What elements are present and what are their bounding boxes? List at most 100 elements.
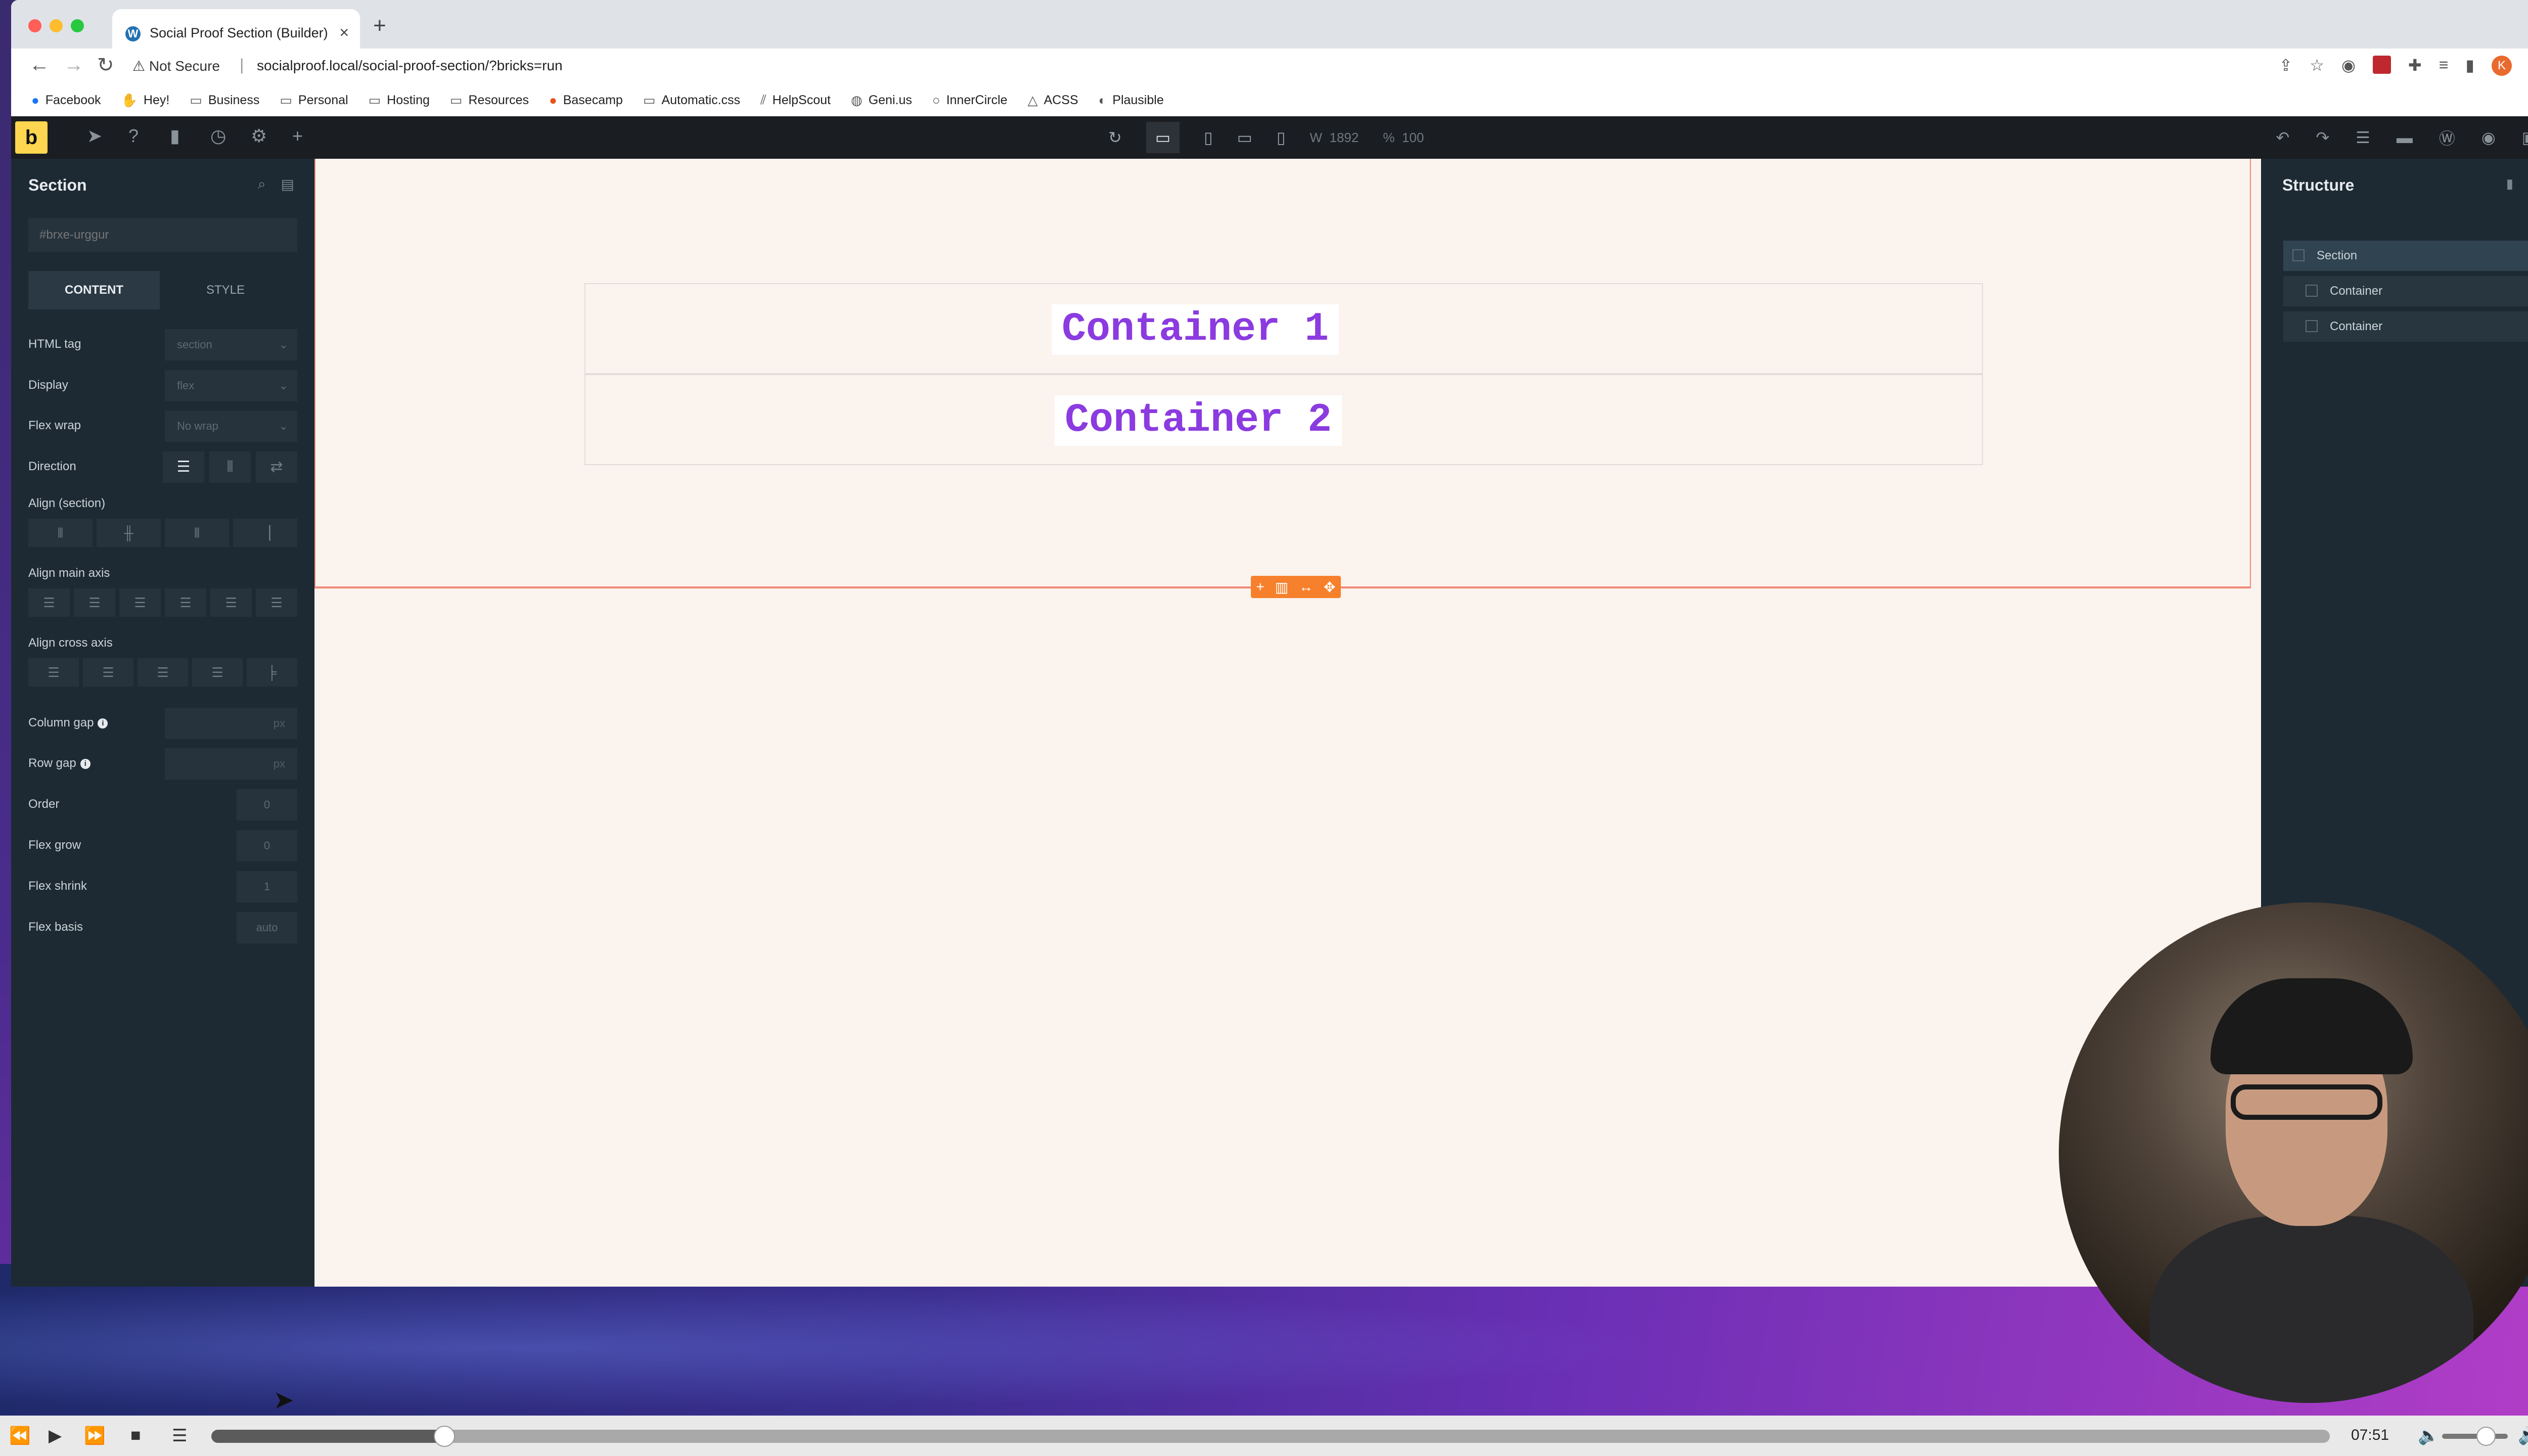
- close-window-button[interactable]: [28, 19, 41, 32]
- stop-icon[interactable]: ■: [130, 1426, 141, 1445]
- bookmark-hey[interactable]: ✋ Hey!: [121, 93, 170, 108]
- container-2-heading[interactable]: Container 2: [1055, 395, 1342, 446]
- tab-style[interactable]: STYLE: [160, 271, 291, 309]
- container-element-2[interactable]: Container 2: [584, 374, 1983, 465]
- bookmark-hosting[interactable]: ▭ Hosting: [369, 93, 430, 108]
- bookmark-facebook[interactable]: ● Facebook: [31, 93, 101, 108]
- section-element[interactable]: Container 1 Container 2: [314, 159, 2251, 588]
- column-gap-input[interactable]: px: [165, 708, 297, 739]
- structure-list-icon[interactable]: ☰: [2356, 128, 2370, 147]
- reading-list-icon[interactable]: ≡: [2439, 56, 2449, 76]
- align-items-baseline-icon[interactable]: ╞: [247, 658, 297, 687]
- add-element-icon[interactable]: +: [292, 125, 303, 147]
- align-items-start-icon[interactable]: ☰: [28, 658, 79, 687]
- justify-around-icon[interactable]: ☰: [210, 588, 252, 617]
- new-tab-icon[interactable]: +: [373, 13, 386, 38]
- volume-low-icon[interactable]: 🔈: [2418, 1426, 2439, 1446]
- fast-forward-icon[interactable]: ⏩: [84, 1426, 105, 1446]
- preview-eye-icon[interactable]: ◉: [2481, 128, 2496, 147]
- tab-content[interactable]: CONTENT: [28, 271, 160, 309]
- flex-grow-input[interactable]: 0: [237, 830, 297, 861]
- volume-slider[interactable]: [2442, 1434, 2508, 1439]
- info-icon[interactable]: i: [98, 718, 108, 729]
- bookmark-helpscout[interactable]: ⫽ HelpScout: [760, 92, 831, 108]
- play-icon[interactable]: ▶: [49, 1426, 62, 1446]
- bookmark-personal[interactable]: ▭ Personal: [280, 93, 348, 108]
- container-1-heading[interactable]: Container 1: [1052, 304, 1339, 355]
- tablet-landscape-icon[interactable]: ▭: [1237, 128, 1252, 147]
- progress-handle[interactable]: [433, 1426, 455, 1447]
- bookmark-innercircle[interactable]: ○ InnerCircle: [932, 93, 1008, 108]
- search-icon[interactable]: ⌕: [258, 176, 266, 193]
- align-items-end-icon[interactable]: ☰: [138, 658, 188, 687]
- bookmark-basecamp[interactable]: ● Basecamp: [549, 93, 623, 108]
- settings-gear-icon[interactable]: ⚙: [251, 125, 267, 147]
- width-field[interactable]: W 1892: [1310, 130, 1359, 146]
- reload-icon[interactable]: ↻: [97, 54, 114, 77]
- wordpress-icon[interactable]: Ⓦ: [2439, 126, 2455, 149]
- flex-basis-input[interactable]: auto: [237, 912, 297, 943]
- direction-row-icon[interactable]: ☰: [163, 451, 204, 483]
- align-start-icon[interactable]: ⫴: [28, 519, 93, 547]
- progress-bar[interactable]: [211, 1426, 2330, 1447]
- columns-icon[interactable]: ▥: [1275, 579, 1288, 596]
- pages-icon[interactable]: ▮: [170, 125, 180, 147]
- undo-icon[interactable]: ↶: [2276, 128, 2290, 147]
- url-input[interactable]: socialproof.local/social-proof-section/?…: [257, 58, 563, 74]
- bookmark-business[interactable]: ▭ Business: [190, 93, 259, 108]
- refresh-icon[interactable]: ↻: [1108, 128, 1122, 147]
- css-id-input[interactable]: [28, 218, 297, 252]
- extension-icon[interactable]: [2372, 56, 2391, 74]
- not-secure-label[interactable]: ⚠ Not Secure: [132, 58, 220, 74]
- add-icon[interactable]: +: [1256, 579, 1264, 595]
- bookmark-automatic-css[interactable]: ▭ Automatic.css: [643, 93, 740, 108]
- rewind-icon[interactable]: ⏪: [9, 1426, 30, 1446]
- container-element-1[interactable]: Container 1: [584, 283, 1983, 374]
- bricks-logo[interactable]: b: [15, 121, 48, 154]
- tablet-portrait-icon[interactable]: ▯: [1204, 128, 1213, 147]
- justify-between-icon[interactable]: ☰: [165, 588, 206, 617]
- move-icon[interactable]: ✥: [1324, 579, 1335, 596]
- password-icon[interactable]: ◉: [2341, 56, 2356, 76]
- bookmark-star-icon[interactable]: ☆: [2310, 56, 2324, 76]
- sidebar-icon[interactable]: ▮: [2465, 56, 2474, 76]
- flex-shrink-input[interactable]: 1: [237, 871, 297, 902]
- history-icon[interactable]: ◷: [210, 125, 226, 147]
- align-center-icon[interactable]: ╫: [97, 519, 161, 547]
- forward-arrow-icon[interactable]: →: [64, 54, 84, 76]
- align-end-icon[interactable]: ⫴: [165, 519, 229, 547]
- bookmark-plausible[interactable]: ◐ Plausible: [1099, 93, 1164, 108]
- resize-icon[interactable]: ↔: [1299, 579, 1313, 595]
- profile-avatar[interactable]: K: [2492, 56, 2512, 76]
- desktop-breakpoint-icon[interactable]: ▭: [1146, 122, 1180, 153]
- puzzle-extensions-icon[interactable]: ✚: [2408, 56, 2422, 76]
- html-tag-select[interactable]: section ⌄: [165, 329, 297, 360]
- display-select[interactable]: flex ⌄: [165, 370, 297, 401]
- direction-column-icon[interactable]: ⦀: [209, 451, 251, 483]
- folder-icon[interactable]: ▬: [2397, 128, 2413, 147]
- builder-canvas[interactable]: Container 1 Container 2 + ▥ ↔ ✥: [314, 159, 2261, 1287]
- back-arrow-icon[interactable]: ←: [29, 54, 50, 76]
- bookmark-acss[interactable]: △ ACSS: [1027, 93, 1078, 108]
- cursor-icon[interactable]: ➤: [87, 125, 102, 147]
- justify-evenly-icon[interactable]: ☰: [256, 588, 297, 617]
- help-icon[interactable]: ?: [128, 125, 139, 147]
- structure-item-section[interactable]: Section: [2283, 241, 2528, 271]
- volume-handle[interactable]: [2476, 1427, 2496, 1446]
- bookmark-geni-us[interactable]: ◍ Geni.us: [851, 93, 912, 108]
- mobile-icon[interactable]: ▯: [1277, 128, 1286, 147]
- close-tab-icon[interactable]: ×: [339, 23, 349, 42]
- bookmark-resources[interactable]: ▭ Resources: [450, 93, 529, 108]
- align-stretch-icon[interactable]: ▕: [233, 519, 297, 547]
- flex-wrap-select[interactable]: No wrap ⌄: [165, 411, 297, 442]
- minimize-window-button[interactable]: [50, 19, 63, 32]
- zoom-field[interactable]: % 100: [1383, 130, 1424, 146]
- info-icon[interactable]: i: [80, 758, 91, 769]
- row-gap-input[interactable]: px: [165, 748, 297, 780]
- volume-high-icon[interactable]: 🔊: [2518, 1426, 2528, 1446]
- save-icon[interactable]: ▣: [2522, 128, 2528, 147]
- order-input[interactable]: 0: [237, 789, 297, 821]
- maximize-window-button[interactable]: [71, 19, 84, 32]
- justify-end-icon[interactable]: ☰: [119, 588, 161, 617]
- align-items-center-icon[interactable]: ☰: [83, 658, 133, 687]
